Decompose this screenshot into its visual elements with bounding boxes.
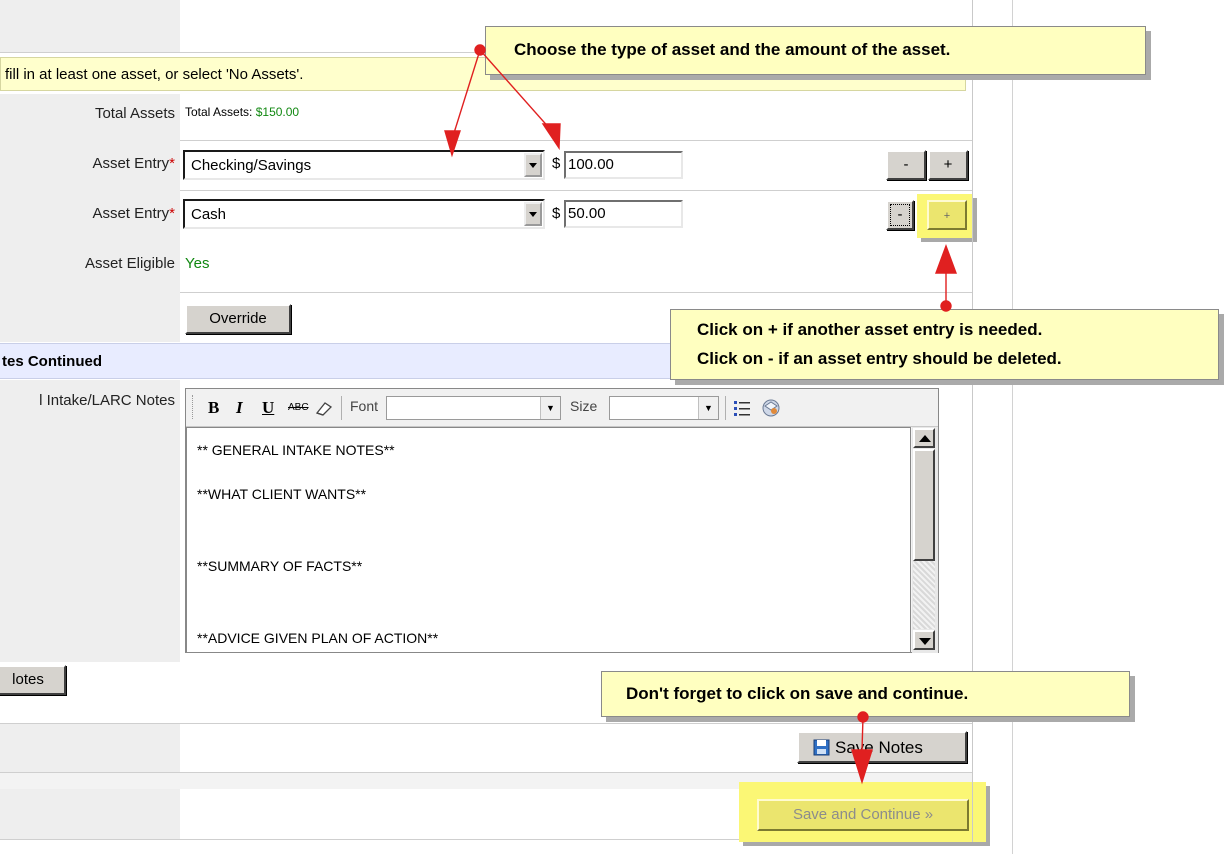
arrow-head: [541, 123, 561, 151]
arrow-head: [851, 749, 873, 785]
arrow-line: [861, 716, 864, 751]
arrow-head: [444, 130, 461, 158]
arrow-line: [453, 49, 481, 134]
arrow-line: [479, 49, 552, 131]
arrow-head: [934, 243, 958, 274]
annotation-arrows: [444, 44, 958, 785]
